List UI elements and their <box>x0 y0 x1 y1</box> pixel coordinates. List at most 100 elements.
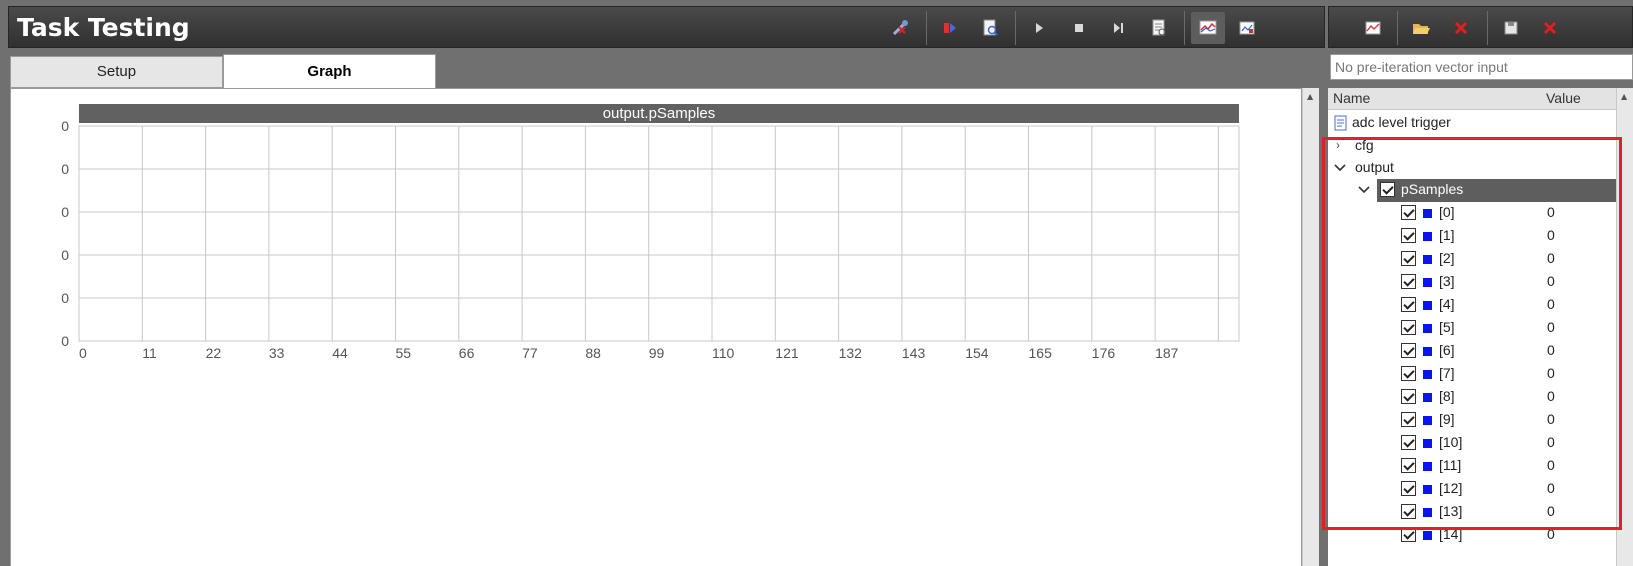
item-checkbox[interactable] <box>1401 504 1416 519</box>
item-checkbox[interactable] <box>1401 366 1416 381</box>
series-color-swatch <box>1423 301 1432 310</box>
tree-scrollbar[interactable]: ▲ <box>1616 88 1633 566</box>
item-label: [13] <box>1439 503 1463 519</box>
record-button[interactable] <box>936 15 964 41</box>
item-value: 0 <box>1547 480 1555 496</box>
run-button[interactable] <box>1025 15 1053 41</box>
save-button[interactable] <box>1497 15 1525 41</box>
tree-item-row[interactable]: [1] 0 <box>1328 225 1616 248</box>
x-tick-label: 187 <box>1155 345 1179 361</box>
delete-icon <box>1454 21 1468 35</box>
item-value: 0 <box>1547 319 1555 335</box>
tree-root-label: adc level trigger <box>1352 114 1451 130</box>
series-color-swatch <box>1423 324 1432 333</box>
series-color-swatch <box>1423 370 1432 379</box>
tree-item-row[interactable]: [13] 0 <box>1328 501 1616 524</box>
item-checkbox[interactable] <box>1401 297 1416 312</box>
connect-button[interactable] <box>886 15 914 41</box>
tree-item-row[interactable]: [2] 0 <box>1328 248 1616 271</box>
series-color-swatch <box>1423 439 1432 448</box>
tree-item-row[interactable]: [0] 0 <box>1328 202 1616 225</box>
variable-tree: adc level trigger › cfg output pSamples … <box>1328 110 1616 566</box>
item-checkbox[interactable] <box>1401 481 1416 496</box>
y-tick-label: 0 <box>61 118 69 134</box>
chevron-down-icon[interactable] <box>1334 163 1346 173</box>
tab-setup[interactable]: Setup <box>10 56 223 88</box>
item-checkbox[interactable] <box>1401 205 1416 220</box>
item-checkbox[interactable] <box>1401 412 1416 427</box>
chevron-down-icon[interactable] <box>1358 185 1370 195</box>
series-color-swatch <box>1423 462 1432 471</box>
tree-item-row[interactable]: [12] 0 <box>1328 478 1616 501</box>
left-panel: Task Testing Setup Graph 0 0 0 0 0 0 0 1… <box>8 6 1325 566</box>
tree-item-row[interactable]: [8] 0 <box>1328 386 1616 409</box>
item-value: 0 <box>1547 204 1555 220</box>
x-tick-label: 88 <box>585 345 601 361</box>
item-checkbox[interactable] <box>1401 389 1416 404</box>
psamples-checkbox[interactable] <box>1380 182 1395 197</box>
tree-row-output[interactable]: output <box>1328 157 1616 180</box>
scroll-up-arrow-icon[interactable]: ▲ <box>1621 92 1627 101</box>
window-title: Task Testing <box>17 13 190 42</box>
item-checkbox[interactable] <box>1401 274 1416 289</box>
item-checkbox[interactable] <box>1401 320 1416 335</box>
inspect-button[interactable] <box>976 15 1004 41</box>
tree-item-row[interactable]: [10] 0 <box>1328 432 1616 455</box>
delete-button[interactable] <box>1447 15 1475 41</box>
series-color-swatch <box>1423 416 1432 425</box>
step-button[interactable] <box>1105 15 1133 41</box>
tree-item-row[interactable]: [4] 0 <box>1328 294 1616 317</box>
x-tick-label: 154 <box>965 345 989 361</box>
open-folder-button[interactable] <box>1407 15 1435 41</box>
close-button[interactable] <box>1536 15 1564 41</box>
column-value-header[interactable]: Value <box>1546 90 1581 106</box>
toolbar-separator <box>1015 11 1016 45</box>
tree-row-cfg[interactable]: › cfg <box>1328 135 1616 158</box>
graph-scrollbar[interactable]: ▲ <box>1302 88 1319 566</box>
chart-settings-button[interactable] <box>1359 15 1387 41</box>
report-button[interactable] <box>1145 15 1173 41</box>
graph-pane: 0 0 0 0 0 0 0 11 22 33 44 55 66 77 88 99 110 121 132 143 154… <box>10 88 1302 566</box>
item-checkbox[interactable] <box>1401 435 1416 450</box>
right-panel: No pre-iteration vector input Name Value… <box>1328 6 1633 566</box>
tree-item-row[interactable]: [5] 0 <box>1328 317 1616 340</box>
column-name-header[interactable]: Name <box>1333 90 1370 106</box>
item-checkbox[interactable] <box>1401 343 1416 358</box>
item-label: [8] <box>1439 388 1455 404</box>
tree-item-row[interactable]: [11] 0 <box>1328 455 1616 478</box>
stop-button[interactable] <box>1065 15 1093 41</box>
tree-item-row[interactable]: [7] 0 <box>1328 363 1616 386</box>
tree-root-row[interactable]: adc level trigger <box>1328 112 1616 135</box>
x-tick-label: 77 <box>522 345 538 361</box>
scroll-up-arrow-icon[interactable]: ▲ <box>1307 92 1313 101</box>
save-icon <box>1504 21 1518 35</box>
series-color-swatch <box>1423 209 1432 218</box>
tree-item-row[interactable]: [3] 0 <box>1328 271 1616 294</box>
tree-item-row[interactable]: [9] 0 <box>1328 409 1616 432</box>
tree-label-cfg: cfg <box>1355 137 1374 153</box>
toolbar-separator <box>1397 11 1398 45</box>
tree-row-psamples[interactable]: pSamples <box>1377 179 1616 202</box>
item-value: 0 <box>1547 250 1555 266</box>
item-checkbox[interactable] <box>1401 527 1416 542</box>
x-tick-label: 132 <box>839 345 863 361</box>
item-checkbox[interactable] <box>1401 228 1416 243</box>
chevron-right-icon[interactable]: › <box>1336 138 1340 152</box>
table-view-button[interactable] <box>1233 15 1261 41</box>
item-label: [2] <box>1439 250 1455 266</box>
item-checkbox[interactable] <box>1401 251 1416 266</box>
x-tick-label: 66 <box>459 345 475 361</box>
right-header <box>1328 6 1633 48</box>
item-checkbox[interactable] <box>1401 458 1416 473</box>
tree-item-row[interactable]: [14] 0 <box>1328 524 1616 547</box>
item-label: [5] <box>1439 319 1455 335</box>
left-header: Task Testing <box>8 6 1325 48</box>
tree-item-row[interactable]: [6] 0 <box>1328 340 1616 363</box>
chart-settings-icon <box>1365 21 1381 35</box>
tab-graph[interactable]: Graph <box>223 54 436 90</box>
y-tick-label: 0 <box>61 247 69 263</box>
graph-view-button[interactable] <box>1191 12 1225 44</box>
x-tick-label: 22 <box>206 345 222 361</box>
vector-input-field[interactable]: No pre-iteration vector input <box>1330 54 1633 80</box>
x-tick-label: 99 <box>649 345 665 361</box>
